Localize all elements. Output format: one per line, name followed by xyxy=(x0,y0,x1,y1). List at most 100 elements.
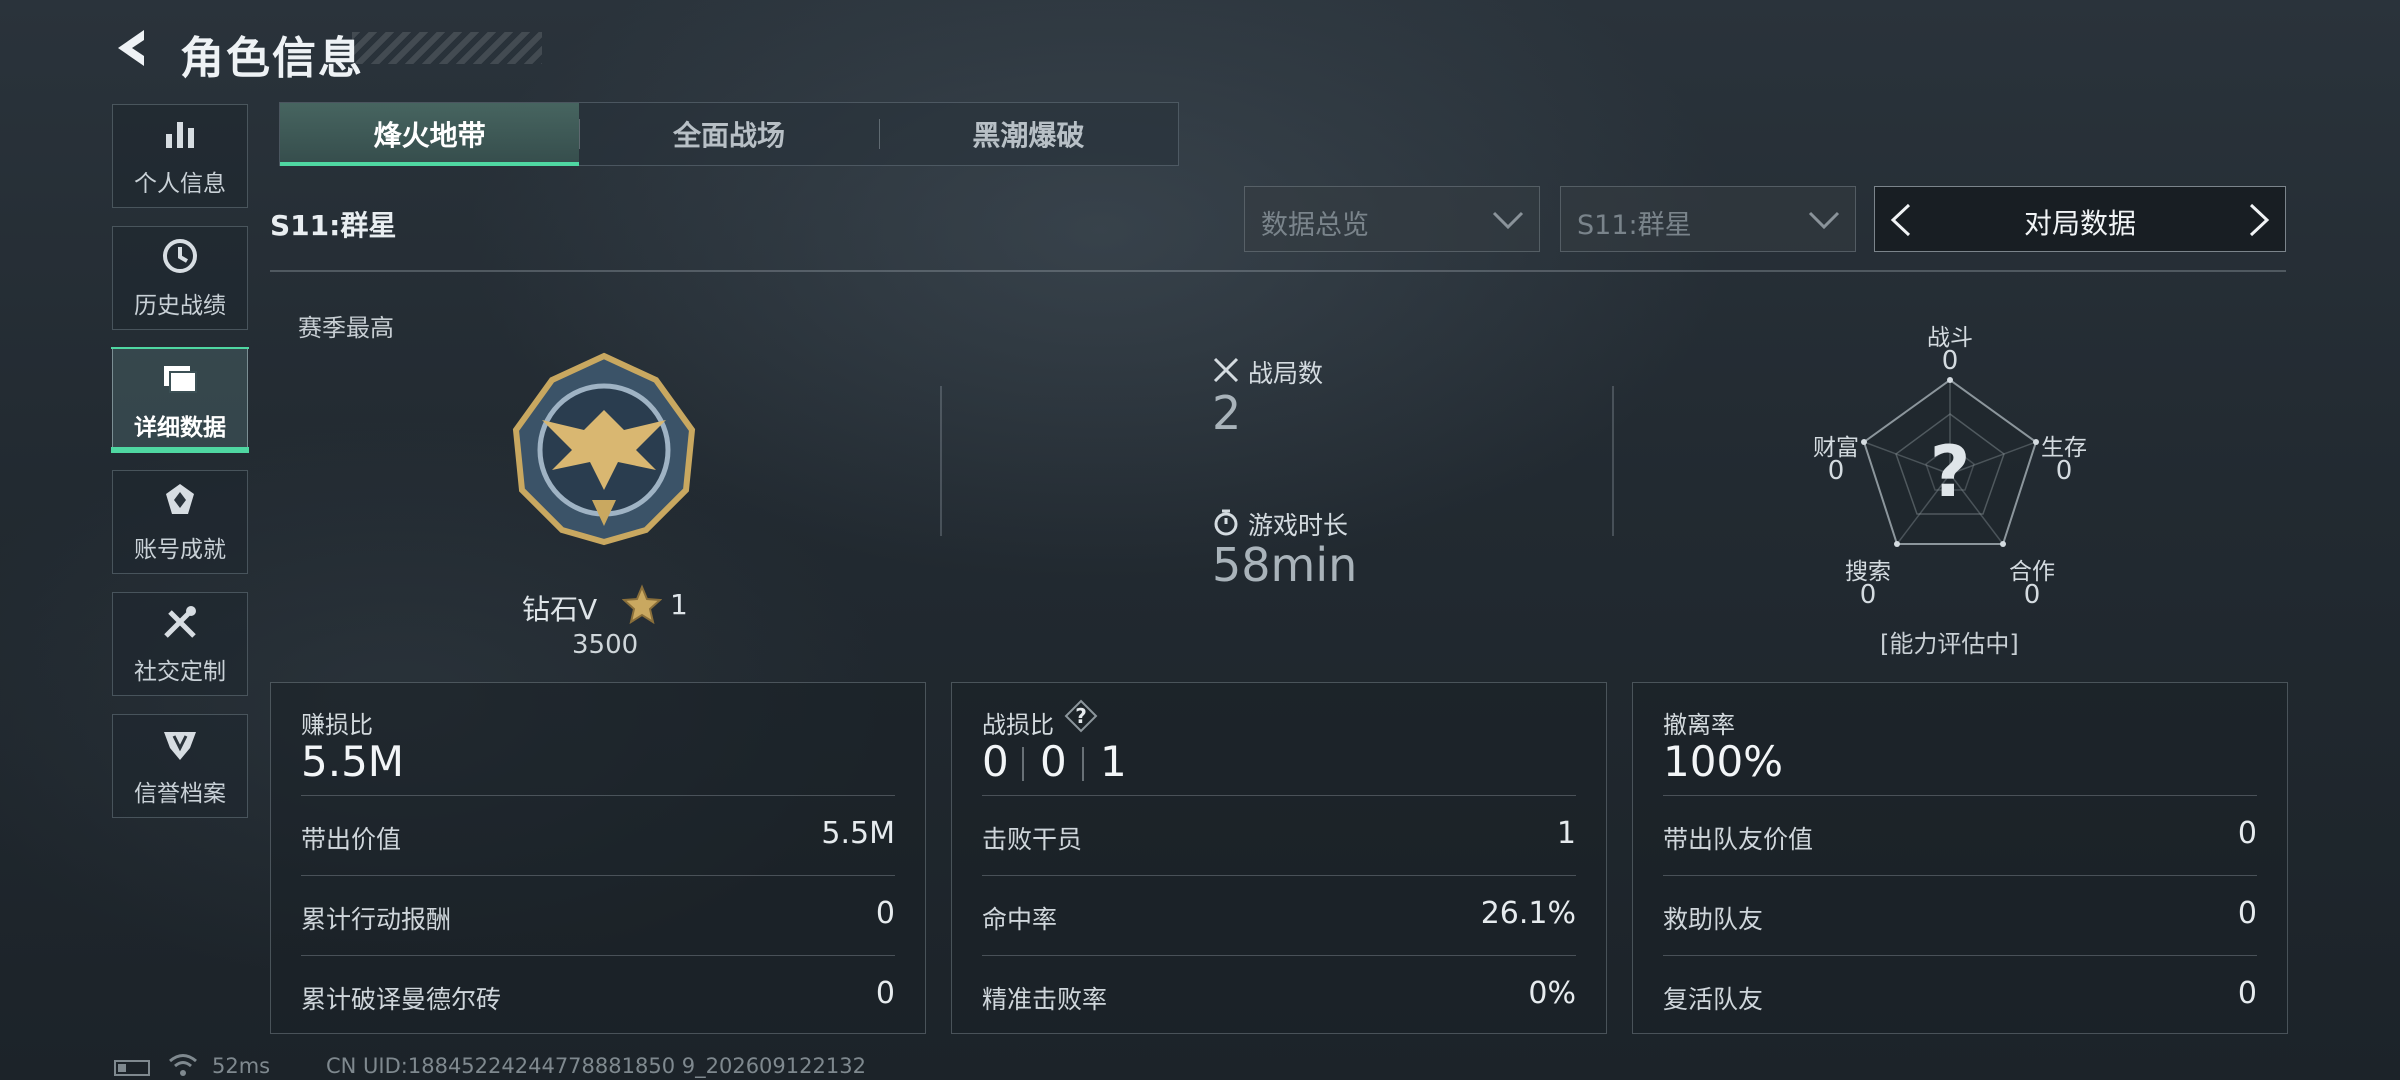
stat-row: 带出队友价值 0 xyxy=(1663,795,2257,874)
matches-value: 2 xyxy=(1212,386,1242,440)
clock-icon xyxy=(163,239,197,273)
row-label: 带出队友价值 xyxy=(1663,825,1814,854)
tab-black-tide[interactable]: 黑潮爆破 xyxy=(878,103,1178,165)
stat-row: 累计行动报酬 0 xyxy=(301,875,895,954)
matches-label: 战局数 xyxy=(1248,359,1324,388)
stat-row: 累计破译曼德尔砖 0 xyxy=(301,955,895,1034)
radar-status: [能力评估中] xyxy=(1880,630,2019,658)
sidebar-item-personal-info[interactable]: 个人信息 xyxy=(112,104,248,208)
radar-axis-value: 0 xyxy=(1941,346,1959,376)
row-label: 复活队友 xyxy=(1663,985,1764,1014)
row-value: 1 xyxy=(1556,816,1576,851)
folder-icon xyxy=(164,366,197,393)
mode-tabs: 烽火地带 全面战场 黑潮爆破 xyxy=(279,102,1179,166)
season-title: S11:群星 xyxy=(270,209,397,242)
playtime-label: 游戏时长 xyxy=(1248,511,1349,540)
sidebar-item-achievements[interactable]: 账号成就 xyxy=(112,470,248,574)
stat-row: 救助队友 0 xyxy=(1663,875,2257,954)
sidebar-item-detailed-data[interactable]: 详细数据 xyxy=(111,347,249,453)
row-value: 0% xyxy=(1528,976,1576,1011)
data-mode-label: 对局数据 xyxy=(2023,207,2136,240)
data-mode-switcher: 对局数据 xyxy=(1874,186,2286,252)
rank-star-count: 1 xyxy=(670,588,688,621)
sidebar-item-history[interactable]: 历史战绩 xyxy=(112,226,248,330)
playtime-value: 58min xyxy=(1212,538,1358,592)
row-value: 0 xyxy=(875,976,895,1011)
divider xyxy=(1612,386,1614,536)
kd-value-assists: 1 xyxy=(1100,737,1127,786)
stat-row: 复活队友 0 xyxy=(1663,955,2257,1034)
page-title: 角色信息 xyxy=(180,33,364,84)
row-value: 0 xyxy=(2237,816,2257,851)
sidebar-item-label: 历史战绩 xyxy=(134,293,226,319)
row-label: 带出价值 xyxy=(301,825,402,854)
ping-value: 52ms xyxy=(212,1054,271,1078)
sidebar-item-label: 账号成就 xyxy=(134,537,226,563)
wifi-icon xyxy=(169,1054,197,1076)
sidebar-item-social-customize[interactable]: 社交定制 xyxy=(112,592,248,696)
kd-separator xyxy=(1022,747,1024,781)
row-label: 精准击败率 xyxy=(982,985,1108,1014)
panel-title: 赚损比 xyxy=(301,711,373,739)
row-label: 累计破译曼德尔砖 xyxy=(301,985,502,1014)
crossed-swords-icon xyxy=(1213,357,1239,383)
bar-chart-icon xyxy=(166,122,194,148)
extract-panel: 撤离率 100% 带出队友价值 0 救助队友 0 复活队友 0 xyxy=(1632,682,2288,1034)
panel-main-value: 5.5M xyxy=(301,737,405,786)
sidebar-item-label: 社交定制 xyxy=(134,659,226,685)
sidebar-item-label: 个人信息 xyxy=(134,171,226,197)
combat-panel: 战损比 ? 0 0 1 击败干员 1 命中率 26.1% 精准击败率 0% xyxy=(951,682,1607,1034)
title-decoration xyxy=(352,32,542,64)
shield-icon xyxy=(164,732,196,760)
radar-axis-value: 0 xyxy=(1859,580,1877,610)
season-best-label: 赛季最高 xyxy=(298,314,394,342)
profit-panel: 赚损比 5.5M 带出价值 5.5M 累计行动报酬 0 累计破译曼德尔砖 0 xyxy=(270,682,926,1034)
rank-name: 钻石V xyxy=(522,593,598,626)
overview-dropdown-value: 数据总览 xyxy=(1261,210,1369,241)
row-value: 0 xyxy=(2237,896,2257,931)
radar-axis-value: 0 xyxy=(1827,456,1845,486)
row-value: 0 xyxy=(2237,976,2257,1011)
chevron-right-icon[interactable] xyxy=(2247,203,2271,237)
row-value: 0 xyxy=(875,896,895,931)
uid-text: CN UID:18845224244778881850 9_2026091221… xyxy=(326,1054,866,1078)
sidebar-item-credit-record[interactable]: 信誉档案 xyxy=(112,714,248,818)
row-value: 5.5M xyxy=(821,816,895,851)
row-label: 救助队友 xyxy=(1663,905,1764,934)
radar-center-question: ? xyxy=(1930,431,1971,513)
stat-row: 带出价值 5.5M xyxy=(301,795,895,874)
tab-fenghuo[interactable]: 烽火地带 xyxy=(280,103,580,166)
chevron-down-icon xyxy=(1808,211,1840,230)
help-glyph: ? xyxy=(1075,704,1087,728)
panel-title: 撤离率 xyxy=(1663,711,1735,739)
chevron-down-icon xyxy=(1492,211,1524,230)
rank-score: 3500 xyxy=(572,630,639,660)
radar-axis-value: 0 xyxy=(2023,580,2041,610)
row-value: 26.1% xyxy=(1480,896,1576,931)
back-chevron-icon[interactable] xyxy=(110,26,154,70)
divider xyxy=(940,386,942,536)
panel-main-value: 100% xyxy=(1663,737,1784,786)
panel-title: 战损比 xyxy=(982,711,1054,739)
diamond-rank-medal-icon xyxy=(512,352,696,546)
sidebar-item-label: 详细数据 xyxy=(134,415,226,441)
stat-row: 击败干员 1 xyxy=(982,795,1576,874)
row-label: 击败干员 xyxy=(982,825,1083,854)
tab-full-battlefield[interactable]: 全面战场 xyxy=(579,103,878,165)
achievement-icon xyxy=(166,484,194,514)
stopwatch-icon xyxy=(1214,509,1238,536)
kd-separator xyxy=(1082,747,1084,781)
overview-dropdown[interactable]: 数据总览 xyxy=(1244,186,1540,252)
divider xyxy=(270,270,2286,272)
season-dropdown[interactable]: S11:群星 xyxy=(1560,186,1856,252)
sidebar-item-label: 信誉档案 xyxy=(134,781,226,807)
help-icon[interactable]: ? xyxy=(1064,699,1098,733)
star-icon xyxy=(622,584,662,624)
kd-value-deaths: 0 xyxy=(1040,737,1067,786)
row-label: 命中率 xyxy=(982,905,1058,934)
battery-icon xyxy=(114,1060,150,1076)
season-dropdown-value: S11:群星 xyxy=(1577,210,1692,241)
stat-row: 命中率 26.1% xyxy=(982,875,1576,954)
stat-row: 精准击败率 0% xyxy=(982,955,1576,1034)
radar-axis-value: 0 xyxy=(2055,456,2073,486)
